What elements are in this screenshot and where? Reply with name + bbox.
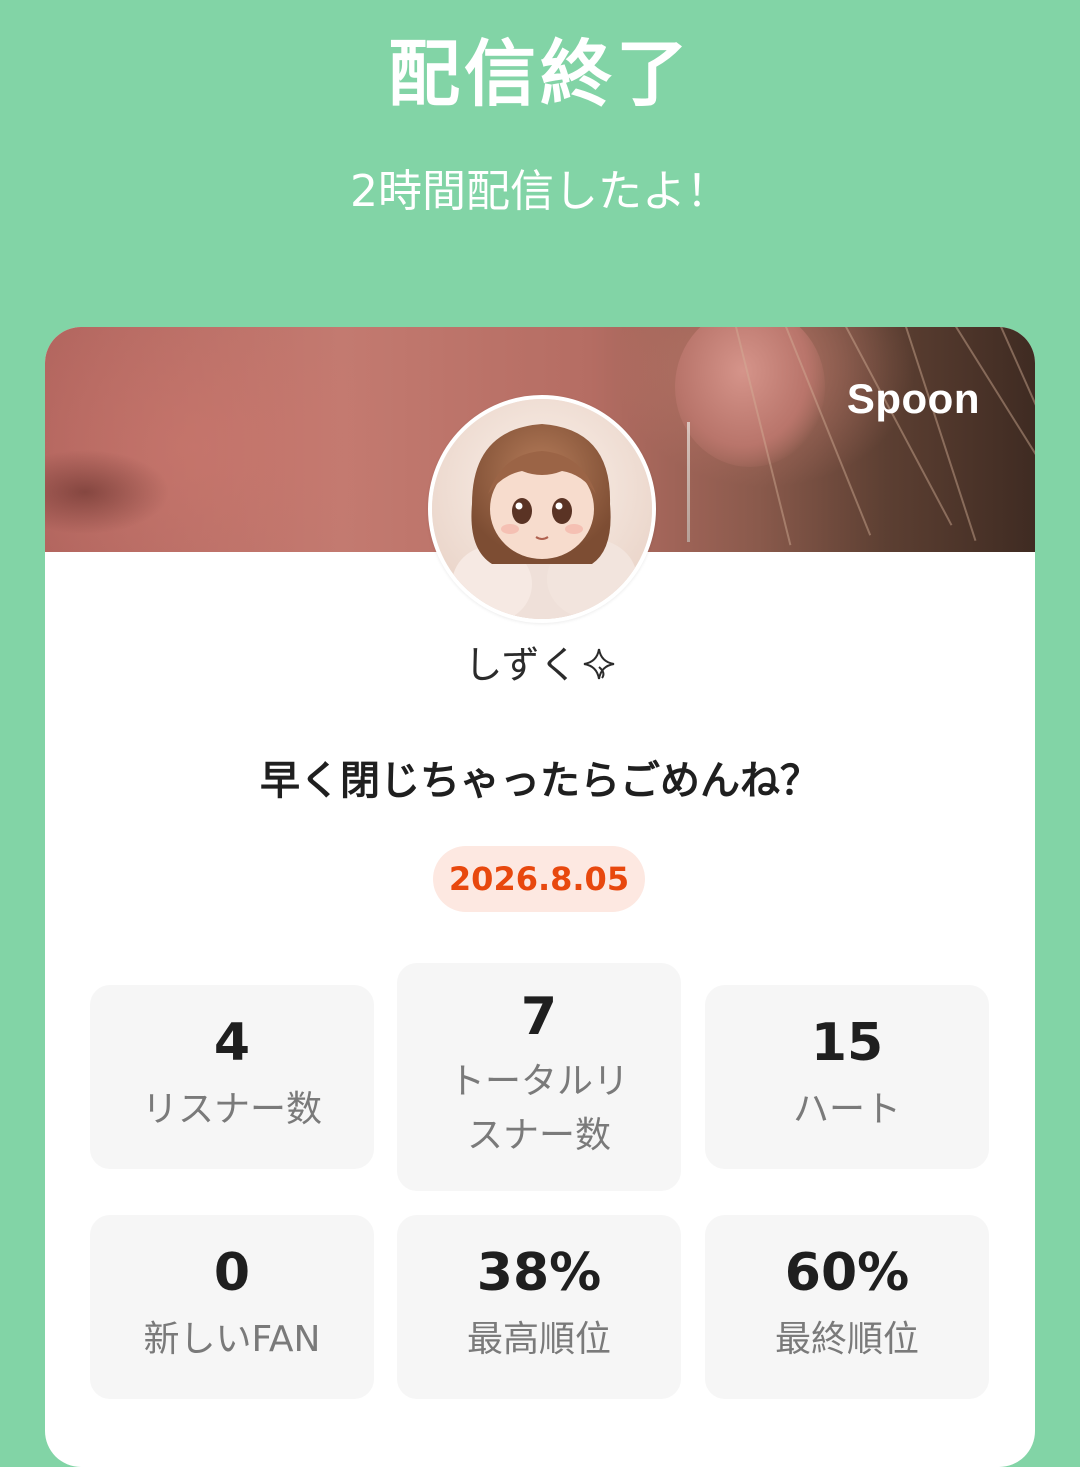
page-title: 配信終了 (387, 32, 692, 116)
page-subtitle: 2時間配信したよ！ (350, 166, 730, 217)
stat-new-fans: 0 新しいFAN (90, 1215, 374, 1399)
stat-label: ハート (792, 1089, 901, 1130)
stat-label: 新しいFAN (143, 1319, 321, 1360)
avatar-illustration (432, 399, 652, 619)
stat-hearts: 15 ハート (705, 985, 989, 1169)
spoon-logo: Spoon (846, 375, 980, 422)
stat-label: トータルリスナー数 (448, 1061, 629, 1156)
username-text: しずく (464, 643, 578, 687)
stat-final-rank: 60% 最終順位 (705, 1215, 989, 1399)
stat-value: 0 (213, 1243, 251, 1303)
cover-earring (687, 422, 690, 542)
stat-value: 4 (213, 1013, 251, 1073)
stat-value: 38% (476, 1243, 602, 1303)
stat-value: 15 (810, 1013, 884, 1073)
cover-hair-strand (905, 327, 977, 541)
username: しずく (45, 639, 1035, 694)
avatar[interactable] (428, 395, 656, 623)
stat-listeners: 4 リスナー数 (90, 985, 374, 1169)
stat-highest-rank: 38% 最高順位 (397, 1215, 681, 1399)
room-title: 早く閉じちゃったらごめんね？ (260, 758, 820, 804)
stat-total-listeners: 7 トータルリスナー数 (397, 963, 681, 1191)
date-badge: 2026.8.05 (433, 846, 645, 912)
stat-value: 60% (784, 1243, 910, 1303)
cover-hair-strand (1000, 327, 1035, 533)
sparkle-icon (582, 642, 616, 694)
stat-value: 7 (520, 987, 558, 1047)
cover-ear-shape (675, 327, 825, 467)
broadcast-summary-card: Spoon しずく 早く閉じちゃったらごめんね？ 2026.8.05 4 リスナ… (45, 327, 1035, 1467)
stat-label: 最高順位 (466, 1319, 611, 1360)
stat-label: リスナー数 (141, 1089, 322, 1130)
stat-label: 最終順位 (774, 1319, 919, 1360)
